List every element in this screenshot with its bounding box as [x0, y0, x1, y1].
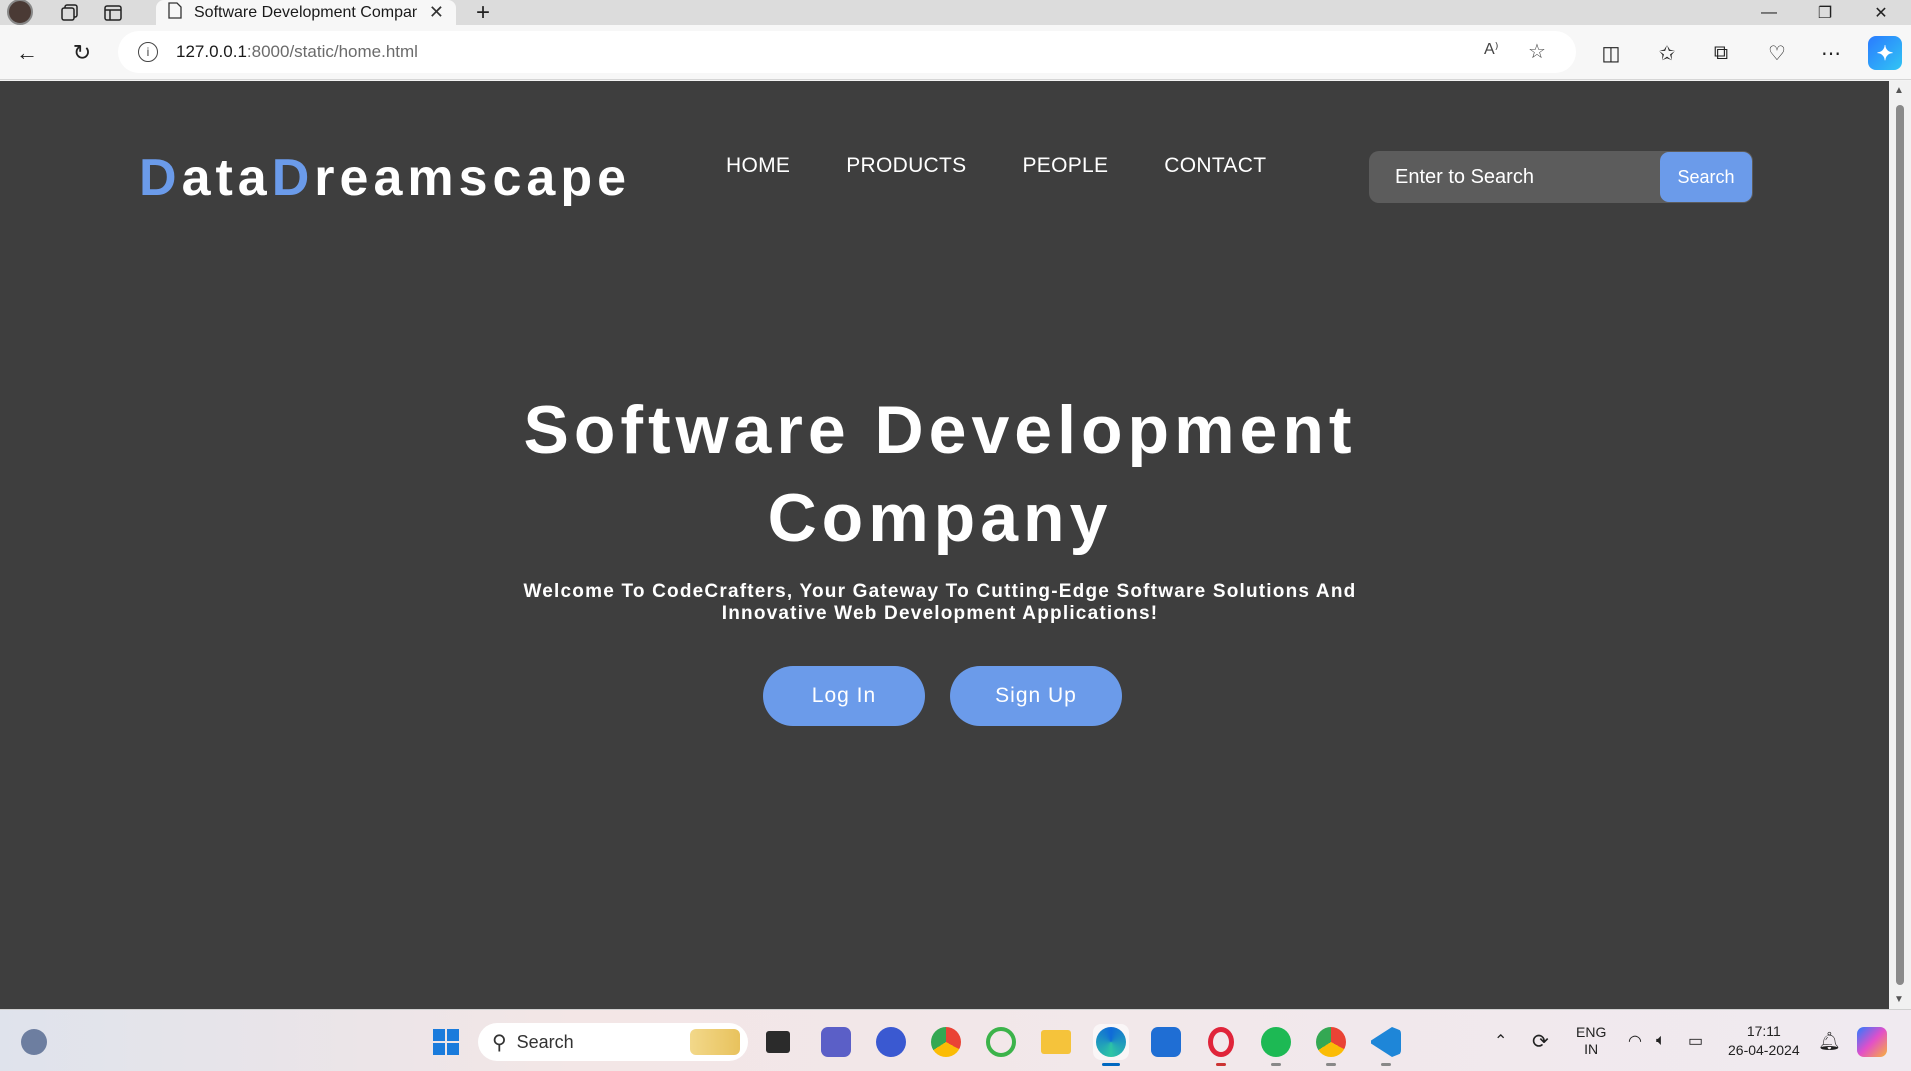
app-launcher-icon[interactable]: [873, 1024, 909, 1060]
region-code: IN: [1584, 1041, 1599, 1057]
nav-people[interactable]: PEOPLE: [1022, 154, 1108, 178]
scroll-up-icon[interactable]: ▲: [1894, 85, 1904, 96]
more-menu-icon[interactable]: ⋯: [1814, 36, 1848, 70]
windows-logo-icon: [433, 1029, 459, 1055]
widgets-icon[interactable]: [16, 1024, 52, 1060]
chrome-icon[interactable]: [928, 1024, 964, 1060]
browser-tab-strip: Software Development Company ✕ + — ❐ ✕: [0, 0, 1911, 26]
new-tab-icon[interactable]: +: [465, 0, 501, 26]
tab-actions-icon[interactable]: [95, 0, 131, 25]
wifi-icon[interactable]: ◠: [1628, 1010, 1642, 1071]
vscode-icon[interactable]: [1368, 1024, 1404, 1066]
address-bar[interactable]: i 127.0.0.1:8000/static/home.html A⁾ ☆: [118, 31, 1576, 73]
scrollbar-thumb[interactable]: [1896, 105, 1904, 985]
sync-icon[interactable]: ⟳: [1532, 1010, 1549, 1071]
chrome-profile-icon[interactable]: [1313, 1024, 1349, 1066]
url-path: :8000/static/home.html: [246, 42, 418, 61]
logo-text: ata: [181, 149, 272, 207]
taskbar-search-label: Search: [516, 1031, 574, 1052]
minimize-icon[interactable]: —: [1741, 0, 1797, 25]
site-logo[interactable]: DataDreamscape: [139, 148, 631, 208]
close-tab-icon[interactable]: ✕: [429, 2, 444, 23]
language-indicator[interactable]: ENG IN: [1576, 1010, 1606, 1071]
search-icon: ⚲: [492, 1031, 507, 1054]
page-viewport: DataDreamscape HOME PRODUCTS PEOPLE CONT…: [0, 81, 1889, 1009]
back-icon[interactable]: ←: [10, 36, 44, 70]
file-explorer-icon[interactable]: [1038, 1024, 1074, 1060]
edge-icon[interactable]: [1093, 1024, 1129, 1066]
read-aloud-icon[interactable]: A⁾: [1484, 39, 1499, 59]
scroll-down-icon[interactable]: ▼: [1894, 994, 1904, 1005]
taskbar-search[interactable]: ⚲ Search: [478, 1023, 748, 1061]
volume-icon[interactable]: 🔈︎: [1656, 1010, 1666, 1071]
search-input[interactable]: [1369, 151, 1660, 203]
start-button[interactable]: [428, 1024, 464, 1060]
nav-contact[interactable]: CONTACT: [1164, 154, 1266, 178]
language-code: ENG: [1576, 1024, 1607, 1040]
page-icon: [168, 1, 182, 24]
hero-title-line2: Company: [767, 480, 1113, 556]
main-nav: HOME PRODUCTS PEOPLE CONTACT: [726, 154, 1266, 178]
profile-avatar[interactable]: [2, 0, 38, 25]
task-view-icon[interactable]: [760, 1024, 796, 1060]
browser-essentials-icon[interactable]: ♡: [1760, 36, 1794, 70]
clock-date: 26-04-2024: [1728, 1042, 1800, 1058]
split-screen-icon[interactable]: ◫: [1594, 36, 1628, 70]
nav-home[interactable]: HOME: [726, 154, 790, 178]
notification-bell-icon[interactable]: 🔔︎: [1818, 1010, 1841, 1071]
battery-icon[interactable]: ▭: [1688, 1010, 1703, 1071]
login-button[interactable]: Log In: [763, 666, 925, 726]
favorite-star-icon[interactable]: ☆: [1528, 39, 1546, 64]
refresh-icon[interactable]: ↻: [65, 36, 99, 70]
workspaces-icon[interactable]: [52, 0, 88, 25]
spotify-icon[interactable]: [1258, 1024, 1294, 1066]
copilot-icon[interactable]: ✦: [1868, 36, 1902, 70]
search-highlight-image: [690, 1029, 740, 1055]
teams-icon[interactable]: [818, 1024, 854, 1060]
hero-title-line1: Software Development: [523, 392, 1357, 468]
system-clock[interactable]: 17:11 26-04-2024: [1728, 1010, 1800, 1071]
search-button[interactable]: Search: [1660, 152, 1752, 202]
nav-products[interactable]: PRODUCTS: [846, 154, 966, 178]
window-close-icon[interactable]: ✕: [1853, 0, 1909, 25]
copilot-taskbar-icon[interactable]: [1854, 1024, 1890, 1060]
site-search: Search: [1369, 151, 1753, 203]
site-info-icon[interactable]: i: [138, 42, 158, 62]
browser-tab-active[interactable]: Software Development Company ✕: [156, 0, 456, 25]
signup-button[interactable]: Sign Up: [950, 666, 1122, 726]
page-scrollbar[interactable]: ▲ ▼: [1889, 81, 1911, 1009]
logo-accent-letter: D: [271, 149, 315, 207]
collections-icon[interactable]: ⧉: [1704, 36, 1738, 70]
show-hidden-icons[interactable]: ⌃: [1494, 1010, 1507, 1071]
hero-subtitle: Welcome To CodeCrafters, Your Gateway To…: [523, 581, 1357, 624]
clock-time: 17:11: [1746, 1023, 1781, 1039]
restore-icon[interactable]: ❐: [1797, 0, 1853, 25]
microsoft-store-icon[interactable]: [1148, 1024, 1184, 1060]
opera-icon[interactable]: [1203, 1024, 1239, 1066]
tab-title: Software Development Company: [194, 3, 417, 21]
logo-text: reamscape: [314, 149, 632, 207]
hero-title: Software Development Company: [440, 386, 1440, 562]
circle-app-icon[interactable]: [983, 1024, 1019, 1060]
url-host: 127.0.0.1: [176, 42, 247, 61]
address-bar-row: ← ↻ i 127.0.0.1:8000/static/home.html A⁾…: [0, 25, 1911, 80]
windows-taskbar: ⚲ Search ⌃ ⟳ ENG IN ◠ 🔈︎ ▭ 17:11 26-04-2…: [0, 1009, 1911, 1071]
logo-accent-letter: D: [139, 149, 182, 207]
favorites-icon[interactable]: ✩: [1650, 36, 1684, 70]
